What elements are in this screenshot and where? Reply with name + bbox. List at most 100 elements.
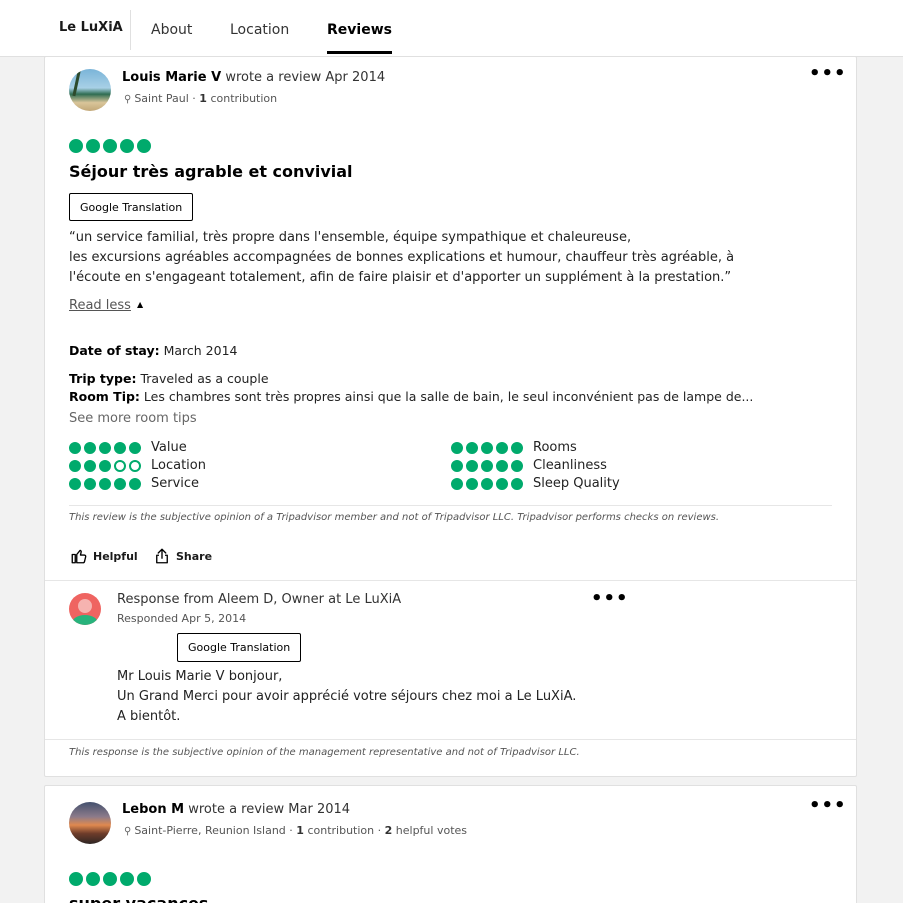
more-options-icon[interactable]: ••• [809,63,847,84]
reviewer-name[interactable]: Louis Marie V [122,70,221,85]
rating-bubble-filled-icon [466,459,478,472]
rating-bubble-filled-icon [84,459,96,472]
caret-up-icon: ▲ [136,300,144,309]
rating-bubble-filled-icon [114,441,126,454]
rating-bubble-filled-icon [84,477,96,490]
review-action-text: wrote a review Apr 2014 [225,70,386,85]
google-translation-button[interactable]: Google Translation [69,193,194,221]
review-card: Louis Marie V wrote a review Apr 2014 ⚲ S… [44,56,857,777]
date-of-stay-value: March 2014 [163,343,238,358]
helpful-button[interactable]: Helpful [70,547,138,565]
subrating-label: Cleanliness [533,458,607,473]
rating-bubble-filled-icon [99,477,111,490]
room-tip: Room Tip: Les chambres sont très propres… [69,389,753,404]
review-action-text: wrote a review Mar 2014 [188,802,351,817]
review-disclaimer: This review is the subjective opinion of… [69,512,720,523]
contribution-count: 1 [296,824,304,837]
rating-bubble-filled-icon [451,459,463,472]
rating-bubble-filled-icon [69,459,81,472]
rating-bubble-icon [69,872,83,886]
reviewer-line: Louis Marie V wrote a review Apr 2014 [122,70,385,85]
rating-bubble-filled-icon [99,459,111,472]
tab-about[interactable]: About [151,22,192,38]
thumbs-up-icon [71,549,87,564]
room-tip-label: Room Tip: [69,389,140,404]
reviewer-avatar[interactable] [69,69,111,111]
contribution-count: 1 [199,92,207,105]
read-less-toggle[interactable]: Read less ▲ [69,294,143,313]
rating-bubble-filled-icon [511,459,523,472]
response-google-translation-button[interactable]: Google Translation [177,633,302,662]
rating-bubble-icon [86,139,100,153]
helpful-label: Helpful [93,549,138,563]
review-body-line: les excursions agréables accompagnées de… [69,250,735,265]
response-date: Responded Apr 5, 2014 [117,612,247,625]
rating-bubble-filled-icon [511,441,523,454]
reviewer-meta: ⚲ Saint-Pierre, Reunion Island · 1 contri… [124,824,468,837]
rating-bubble-icon [120,139,134,153]
trip-type-value: Traveled as a couple [140,371,269,386]
rating-bubble-empty-icon [114,459,126,472]
nav-divider [130,10,131,50]
review-title[interactable]: super vacances [69,894,208,903]
response-body-line: Un Grand Merci pour avoir apprécié votre… [117,689,577,704]
location-pin-icon: ⚲ [124,826,132,837]
rating-bubble-filled-icon [511,477,523,490]
review-body: “un service familial, très propre dans l… [69,228,734,288]
subrating-rooms: Rooms [451,440,577,455]
trip-type: Trip type: Traveled as a couple [69,371,269,386]
review-title[interactable]: Séjour très agrable et convivial [69,162,353,181]
response-header: Response from Aleem D, Owner at Le LuXiA [117,592,402,607]
read-less-link[interactable]: Read less [69,298,131,313]
helpful-votes-count: 2 [384,824,393,837]
divider [69,505,832,506]
rating-bubble-filled-icon [129,441,141,454]
more-options-icon[interactable]: ••• [809,795,847,816]
rating-bubble-filled-icon [481,477,493,490]
rating-bubble-filled-icon [69,441,81,454]
response-more-options-icon[interactable]: ••• [591,588,629,609]
trip-type-label: Trip type: [69,371,137,386]
reviewer-avatar[interactable] [69,802,111,844]
subrating-label: Service [151,476,200,491]
response-body-line: Mr Louis Marie V bonjour, [117,669,283,684]
rating-bubble-filled-icon [84,441,96,454]
rating-bubble-filled-icon [129,477,141,490]
rating-bubble-filled-icon [481,441,493,454]
response-body: Mr Louis Marie V bonjour, Un Grand Merci… [117,667,576,727]
rating-bubble-filled-icon [451,477,463,490]
see-more-room-tips-link[interactable]: See more room tips [69,411,197,426]
rating-bubble-icon [103,872,117,886]
rating-bubble-filled-icon [114,477,126,490]
tab-reviews[interactable]: Reviews [327,22,392,54]
review-body-line: “un service familial, très propre dans l… [69,230,632,245]
review-card: Lebon M wrote a review Mar 2014 ⚲ Saint-P… [44,785,857,903]
subrating-label: Location [151,458,206,473]
contribution-label: contribution [307,824,375,837]
rating-bubble-filled-icon [451,441,463,454]
owner-avatar[interactable] [69,593,101,625]
subrating-label: Rooms [533,440,577,455]
subrating-bubbles [451,459,523,472]
subrating-bubbles [451,441,523,454]
top-nav-bar: Le LuXiA About Location Reviews [0,0,903,57]
date-of-stay-label: Date of stay: [69,343,160,358]
date-of-stay: Date of stay: March 2014 [69,343,237,358]
subrating-cleanliness: Cleanliness [451,458,607,473]
reviewer-name[interactable]: Lebon M [122,802,184,817]
rating-bubble-filled-icon [496,441,508,454]
tab-location[interactable]: Location [230,22,289,38]
response-body-line: A bientôt. [117,709,181,724]
palm-tree-icon [72,70,88,98]
share-label: Share [176,549,213,563]
rating-bubble-filled-icon [466,477,478,490]
subrating-bubbles [69,459,141,472]
location-pin-icon: ⚲ [124,94,132,105]
rating-bubble-filled-icon [496,477,508,490]
subrating-sleep-quality: Sleep Quality [451,476,620,491]
rating-bubble-empty-icon [129,459,141,472]
brand-name[interactable]: Le LuXiA [59,20,123,35]
rating-bubble-filled-icon [481,459,493,472]
share-button[interactable]: Share [153,547,212,565]
subrating-service: Service [69,476,199,491]
